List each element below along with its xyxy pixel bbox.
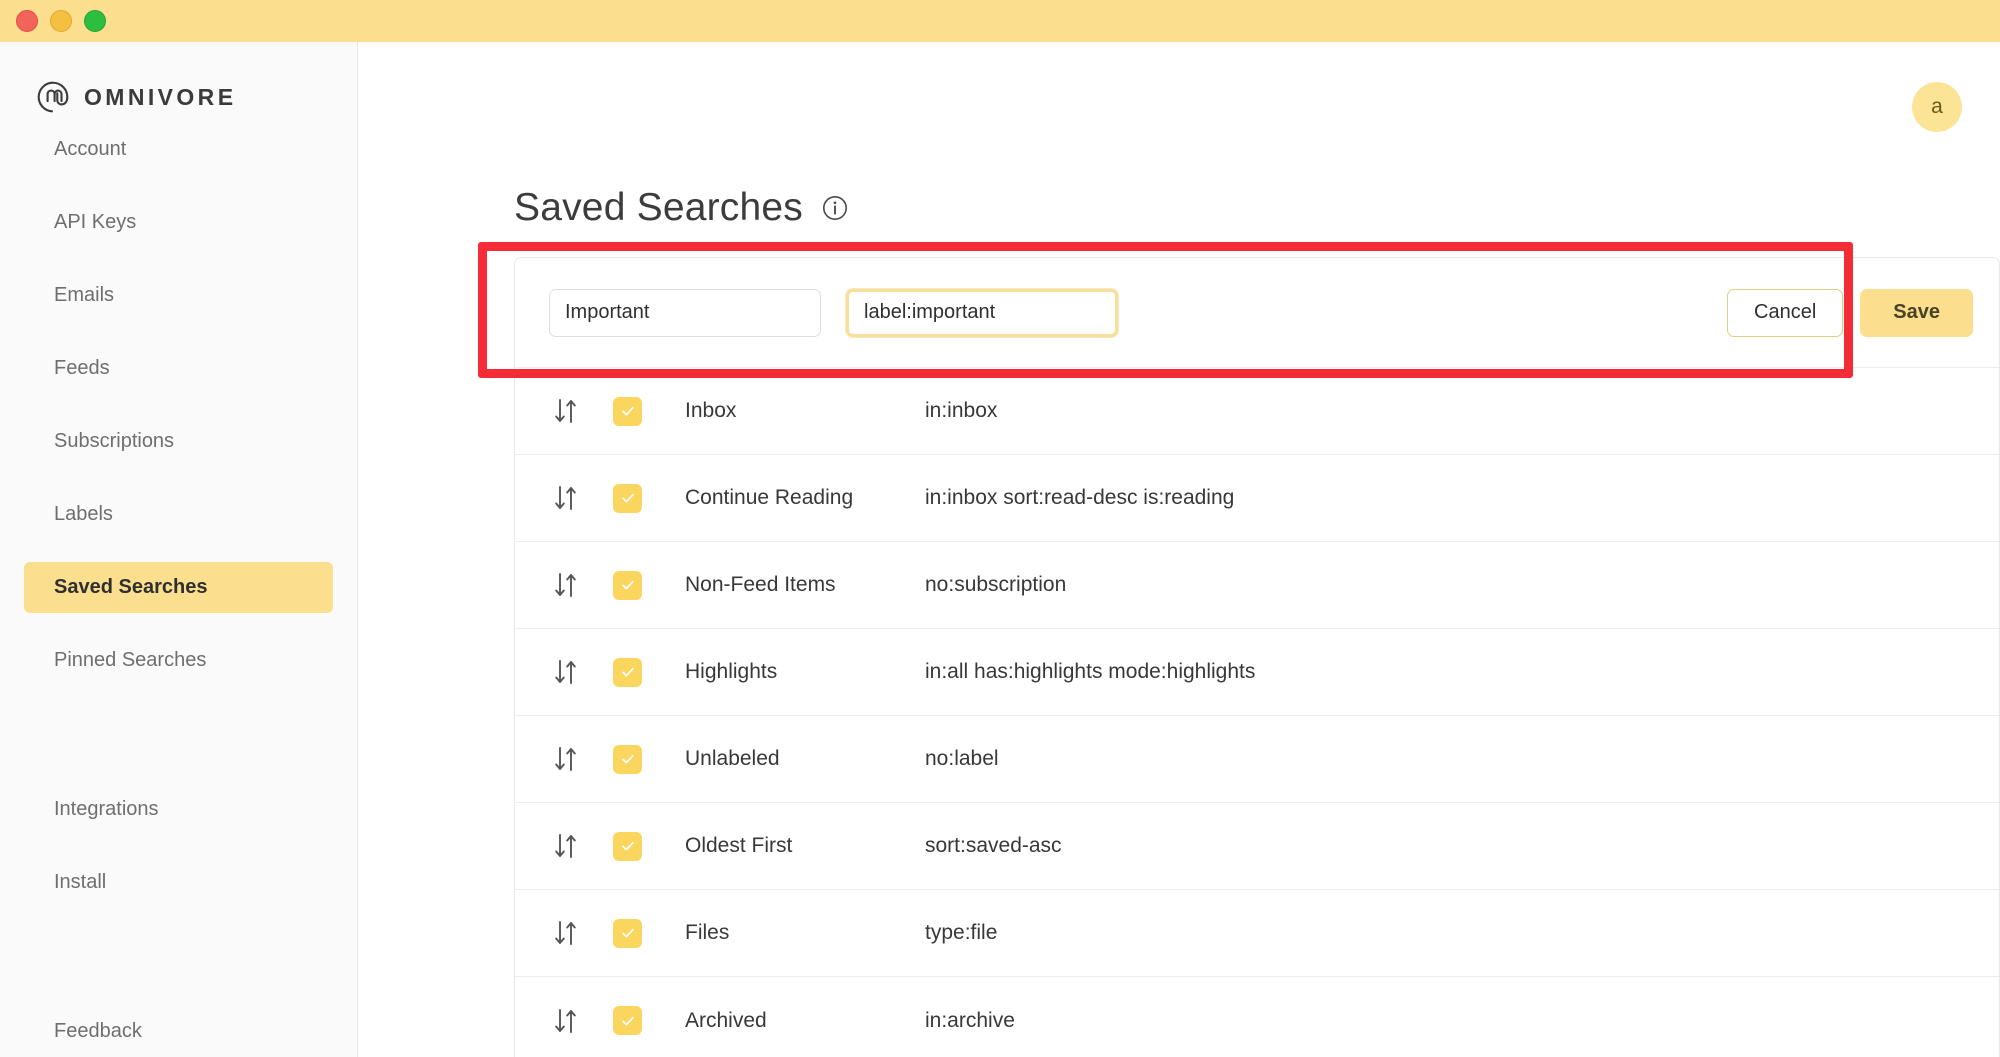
table-row[interactable]: Files type:file [515, 890, 1999, 977]
sidebar-item-labels[interactable]: Labels [24, 489, 333, 540]
row-query: in:inbox sort:read-desc is:reading [925, 486, 1235, 509]
check-icon [621, 841, 634, 851]
close-window-button[interactable] [16, 10, 38, 32]
reorder-arrows-icon[interactable] [547, 657, 585, 687]
omnivore-logo-icon [37, 81, 69, 113]
row-checkbox[interactable] [613, 831, 642, 861]
reorder-arrows-icon[interactable] [547, 483, 585, 513]
row-name: Continue Reading [685, 486, 854, 509]
sidebar-item-feedback[interactable]: Feedback [24, 1006, 333, 1057]
check-icon [621, 580, 634, 590]
save-button[interactable]: Save [1860, 288, 1973, 337]
row-name: Highlights [685, 660, 778, 683]
reorder-arrows-icon[interactable] [547, 1006, 585, 1036]
saved-searches-card: Cancel Save Inbox in:inbox [514, 257, 2000, 1057]
check-icon [621, 667, 634, 677]
table-row[interactable]: Archived in:archive [515, 977, 1999, 1057]
body-area: OMNIVORE Account API Keys Emails Feeds S… [0, 42, 2000, 1057]
saved-search-edit-row: Cancel Save [515, 258, 1999, 368]
check-icon [621, 1016, 634, 1025]
maximize-window-button[interactable] [84, 10, 106, 32]
brand[interactable]: OMNIVORE [0, 42, 357, 114]
check-icon [621, 754, 634, 764]
row-checkbox[interactable] [613, 657, 642, 687]
sidebar-group-primary: Account API Keys Emails Feeds Subscripti… [0, 114, 357, 686]
check-icon [621, 493, 634, 503]
table-row[interactable]: Inbox in:inbox [515, 368, 1999, 455]
sidebar-item-pinned-searches[interactable]: Pinned Searches [24, 635, 333, 686]
page-header: Saved Searches [514, 186, 848, 230]
row-checkbox[interactable] [613, 570, 642, 600]
titlebar [0, 0, 2000, 42]
check-icon [621, 928, 634, 938]
avatar[interactable]: a [1912, 82, 1962, 132]
table-row[interactable]: Unlabeled no:label [515, 716, 1999, 803]
reorder-arrows-icon[interactable] [547, 396, 585, 426]
brand-name: OMNIVORE [84, 83, 237, 110]
reorder-arrows-icon[interactable] [547, 918, 585, 948]
row-name: Unlabeled [685, 747, 780, 770]
cancel-button[interactable]: Cancel [1727, 288, 1844, 337]
table-row[interactable]: Oldest First sort:saved-asc [515, 803, 1999, 890]
search-query-input[interactable] [846, 288, 1118, 337]
row-query: sort:saved-asc [925, 834, 1062, 857]
row-checkbox[interactable] [613, 483, 642, 513]
sidebar-item-saved-searches[interactable]: Saved Searches [24, 562, 333, 613]
row-query: in:archive [925, 1008, 1015, 1032]
row-query: no:label [925, 747, 999, 770]
row-checkbox[interactable] [613, 396, 642, 426]
sidebar-item-account[interactable]: Account [24, 124, 333, 175]
sidebar-item-feeds[interactable]: Feeds [24, 343, 333, 394]
app-window: OMNIVORE Account API Keys Emails Feeds S… [0, 0, 2000, 1057]
check-icon [621, 406, 634, 416]
row-name: Non-Feed Items [685, 573, 836, 596]
reorder-arrows-icon[interactable] [547, 570, 585, 600]
reorder-arrows-icon[interactable] [547, 744, 585, 774]
sidebar-item-subscriptions[interactable]: Subscriptions [24, 416, 333, 467]
table-row[interactable]: Continue Reading in:inbox sort:read-desc… [515, 455, 1999, 542]
info-circle-icon[interactable] [822, 195, 848, 221]
sidebar-group-tertiary: Feedback [0, 954, 357, 1057]
row-query: in:all has:highlights mode:highlights [925, 660, 1256, 683]
row-name: Archived [685, 1008, 767, 1032]
row-name: Inbox [685, 399, 737, 422]
sidebar-item-install[interactable]: Install [24, 857, 333, 908]
main-content: a Saved Searches Cancel Save [358, 42, 2000, 1057]
sidebar-group-secondary: Integrations Install [0, 732, 357, 908]
search-name-input[interactable] [549, 288, 821, 337]
sidebar-item-emails[interactable]: Emails [24, 270, 333, 321]
row-name: Files [685, 921, 730, 944]
minimize-window-button[interactable] [50, 10, 72, 32]
table-row[interactable]: Non-Feed Items no:subscription [515, 542, 1999, 629]
row-checkbox[interactable] [613, 1006, 642, 1035]
sidebar-item-integrations[interactable]: Integrations [24, 784, 333, 835]
sidebar: OMNIVORE Account API Keys Emails Feeds S… [0, 42, 358, 1057]
row-name: Oldest First [685, 834, 793, 857]
sidebar-item-api-keys[interactable]: API Keys [24, 197, 333, 248]
reorder-arrows-icon[interactable] [547, 831, 585, 861]
row-query: no:subscription [925, 573, 1067, 596]
table-row[interactable]: Highlights in:all has:highlights mode:hi… [515, 629, 1999, 716]
page-title: Saved Searches [514, 186, 803, 229]
row-checkbox[interactable] [613, 918, 642, 948]
row-query: type:file [925, 921, 998, 944]
row-checkbox[interactable] [613, 744, 642, 774]
row-query: in:inbox [925, 399, 998, 422]
